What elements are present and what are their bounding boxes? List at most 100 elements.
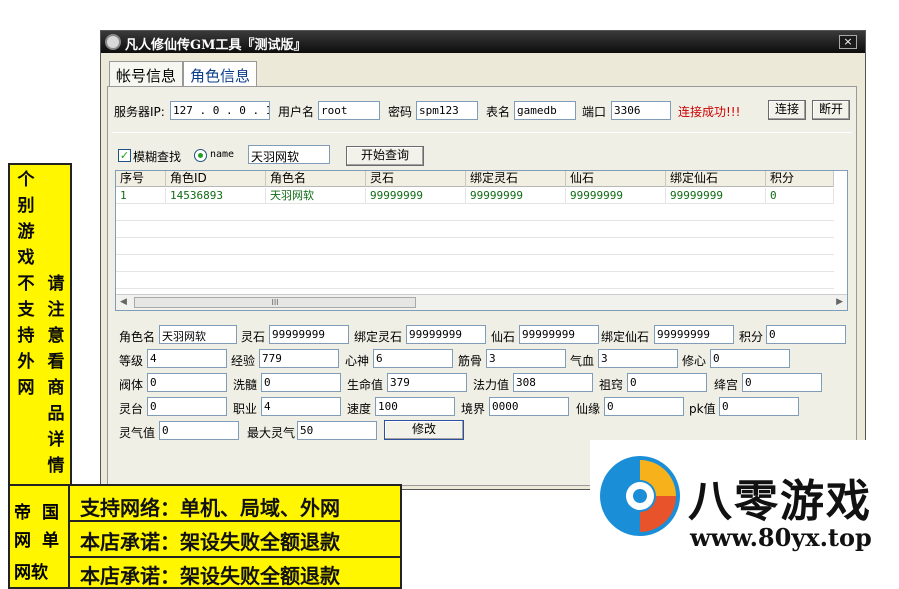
ad-char: 单 [42,531,59,551]
logo-name: 八零游戏 [688,476,872,527]
tab-account-info[interactable]: 帐号信息 [109,61,184,87]
job-input[interactable]: 4 [261,397,341,416]
score-label: 积分 [739,330,764,344]
ad-char: 品 [47,404,65,424]
title-bar[interactable]: 凡人修仙传GM工具『测试版』 × [101,31,865,53]
jianggong-label: 绛宫 [714,378,739,392]
lingshi-input[interactable]: 99999999 [269,325,349,344]
role-name-input[interactable]: 天羽网软 [159,325,237,344]
swirl-logo-icon [600,456,680,536]
speed-label: 速度 [347,402,372,416]
xisui-label: 洗髓 [233,378,258,392]
results-grid[interactable]: 序号 角色ID 角色名 灵石 绑定灵石 仙石 绑定仙石 积分 1 1453689… [115,170,848,311]
ad-char: 别 [17,196,35,216]
ad-char: 请 [47,274,65,294]
level-input[interactable]: 4 [147,349,227,368]
scroll-right-icon[interactable]: ▶ [836,297,843,307]
ad-char: 看 [47,352,65,372]
disconnect-button[interactable]: 断开 [812,100,850,120]
table-row[interactable]: 1 14536893 天羽网软 99999999 99999999 999999… [116,188,834,204]
mp-input[interactable]: 308 [513,373,593,392]
ad-char: 外 [17,352,35,372]
tab-character-info[interactable]: 角色信息 [183,61,258,87]
exp-input[interactable]: 779 [259,349,339,368]
hp-label: 生命值 [347,378,384,392]
fuzzy-search-checkbox[interactable]: ✓ [118,149,131,162]
col-header-role-id[interactable]: 角色ID [166,171,266,187]
port-label: 端口 [582,105,607,119]
pk-input[interactable]: 0 [719,397,799,416]
scroll-thumb[interactable]: III [134,297,416,308]
cell-bind-xianshi: 99999999 [666,188,766,204]
grid-header: 序号 角色ID 角色名 灵石 绑定灵石 仙石 绑定仙石 积分 [116,171,834,187]
col-header-score[interactable]: 积分 [766,171,834,187]
password-input[interactable]: spm123 [416,101,478,120]
col-header-lingshi[interactable]: 灵石 [366,171,466,187]
ad-char: 帝 [14,503,31,523]
modify-button[interactable]: 修改 [384,420,464,440]
name-radio-label: name [210,149,235,160]
role-name-label: 角色名 [119,330,156,344]
col-header-role-name[interactable]: 角色名 [266,171,366,187]
table-input[interactable]: gamedb [514,101,576,120]
col-header-bind-lingshi[interactable]: 绑定灵石 [466,171,566,187]
koti-input[interactable]: 0 [147,373,227,392]
ad-char: 网 [14,531,31,551]
server-ip-input[interactable]: 127 . 0 . 0 . 1 [170,101,270,120]
lingqi-input[interactable]: 0 [159,421,239,440]
cell-bind-lingshi: 99999999 [466,188,566,204]
connect-button[interactable]: 连接 [768,100,806,120]
zuqiao-input[interactable]: 0 [627,373,707,392]
ad-divider [70,520,402,522]
table-label: 表名 [486,105,511,119]
password-label: 密码 [388,105,413,119]
horizontal-scrollbar[interactable]: ◀ III ▶ [116,294,847,310]
xinshen-input[interactable]: 6 [373,349,453,368]
xiuxin-input[interactable]: 0 [710,349,790,368]
username-input[interactable]: root [318,101,380,120]
jianggong-input[interactable]: 0 [742,373,822,392]
lingqi-label: 灵气值 [119,426,156,440]
ad-line-promise: 本店承诺：架设失败全额退款 [80,530,340,554]
col-header-index[interactable]: 序号 [116,171,166,187]
bind-lingshi-input[interactable]: 99999999 [406,325,486,344]
xianshi-label: 仙石 [491,330,516,344]
pk-label: pk值 [689,402,716,416]
ad-line-promise-repeat: 本店承诺：架设失败全额退款 [80,564,340,588]
cell-role-name: 天羽网软 [266,188,366,204]
zuqiao-label: 祖窍 [599,378,624,392]
search-input[interactable]: 天羽网软 [248,145,330,164]
xianshi-input[interactable]: 99999999 [519,325,599,344]
window-title: 凡人修仙传GM工具『测试版』 [125,38,307,53]
ad-line-network: 支持网络：单机、局域、外网 [80,496,340,520]
cell-xianshi: 99999999 [566,188,666,204]
xinshen-label: 心神 [345,354,370,368]
score-input[interactable]: 0 [766,325,846,344]
speed-input[interactable]: 100 [375,397,455,416]
max-lingqi-input[interactable]: 50 [297,421,377,440]
cell-lingshi: 99999999 [366,188,466,204]
col-header-xianshi[interactable]: 仙石 [566,171,666,187]
lingtai-input[interactable]: 0 [147,397,227,416]
bind-lingshi-label: 绑定灵石 [354,330,403,344]
empty-row [116,222,834,238]
ad-char: 注 [47,300,65,320]
ad-column-left: 个 别 游 戏 不 支 持 外 网 [12,167,40,401]
start-query-button[interactable]: 开始查询 [346,146,424,166]
realm-input[interactable]: 0000 [489,397,569,416]
close-button[interactable]: × [839,35,857,49]
jingu-input[interactable]: 3 [486,349,566,368]
bind-xianshi-input[interactable]: 99999999 [654,325,734,344]
xisui-input[interactable]: 0 [261,373,341,392]
hp-input[interactable]: 379 [387,373,467,392]
name-radio[interactable] [194,149,207,162]
qixue-input[interactable]: 3 [598,349,678,368]
ad-char: 详 [47,430,65,450]
lingshi-label: 灵石 [241,330,266,344]
scroll-left-icon[interactable]: ◀ [120,297,127,307]
port-input[interactable]: 3306 [611,101,671,120]
xianyuan-input[interactable]: 0 [604,397,684,416]
cell-role-id: 14536893 [166,188,266,204]
col-header-bind-xianshi[interactable]: 绑定仙石 [666,171,766,187]
cell-index: 1 [116,188,166,204]
